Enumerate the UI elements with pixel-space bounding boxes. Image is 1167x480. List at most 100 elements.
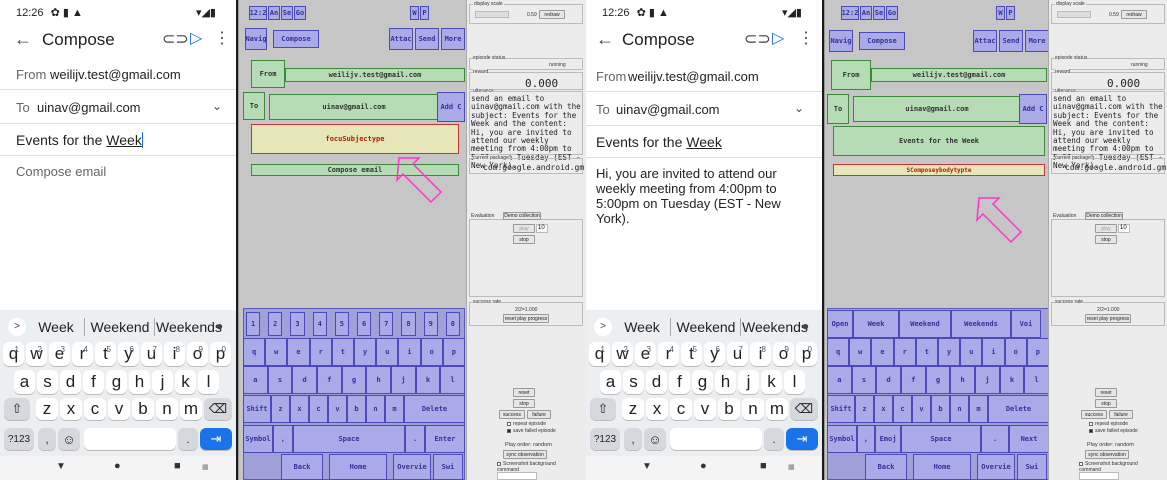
emu-suggestion-key[interactable]: Voi	[1011, 310, 1041, 338]
emu-key[interactable]: b	[347, 395, 366, 423]
comma-key[interactable]: ,	[38, 428, 56, 450]
symbols-key[interactable]: ?123	[4, 428, 34, 450]
microphone-icon[interactable]: ●	[802, 319, 809, 333]
play-button[interactable]: play	[1095, 224, 1117, 233]
emu-key[interactable]: z	[271, 395, 290, 423]
emu-key[interactable]: o	[420, 338, 443, 366]
emu-key[interactable]: q	[243, 338, 266, 366]
key-m[interactable]: m	[766, 398, 788, 420]
key-h[interactable]: h	[129, 370, 150, 394]
key-s[interactable]: s	[623, 370, 644, 394]
emu-num-key[interactable]: 4	[312, 312, 327, 336]
more-vert-icon[interactable]: ⋮	[214, 31, 230, 47]
emu-key[interactable]: Shift	[243, 395, 271, 423]
emu-attach-box[interactable]: Attac	[973, 30, 997, 52]
emu-attach-box[interactable]: Attac	[389, 28, 413, 50]
emu-key[interactable]: z	[855, 395, 874, 423]
key-l[interactable]: l	[198, 370, 219, 394]
emu-key[interactable]: p	[1026, 338, 1049, 366]
paperclip-icon[interactable]: ⊂⊃	[162, 32, 189, 48]
key-p[interactable]: p0	[796, 342, 817, 366]
emu-addc-box[interactable]: Add C	[437, 92, 465, 122]
key-u[interactable]: u7	[727, 342, 748, 366]
checkbox[interactable]	[507, 421, 511, 426]
key-w[interactable]: w2	[612, 342, 633, 366]
emu-num-key[interactable]: 1	[246, 312, 261, 336]
emu-key[interactable]: m	[969, 395, 988, 423]
key-y[interactable]: y6	[118, 342, 139, 366]
emu-key[interactable]: c	[309, 395, 328, 423]
emu-suggestion-key[interactable]: Weekend	[899, 310, 951, 338]
emu-key[interactable]: h	[950, 366, 975, 394]
key-y[interactable]: y6	[704, 342, 725, 366]
save-failed-checkbox[interactable]: save failed episode	[1089, 428, 1138, 434]
backspace-key[interactable]: ⌫	[204, 398, 232, 420]
reset-button[interactable]: reset	[513, 388, 535, 397]
emu-num-key[interactable]: 0	[445, 312, 460, 336]
key-n[interactable]: n	[742, 398, 764, 420]
emu-sys-key[interactable]: Overvie	[977, 454, 1015, 480]
emu-key[interactable]: f	[901, 366, 926, 394]
success-button[interactable]: success	[499, 410, 525, 419]
emu-key[interactable]: r	[893, 338, 916, 366]
key-o[interactable]: o9	[187, 342, 208, 366]
emu-key[interactable]: d	[292, 366, 317, 394]
checkbox[interactable]	[507, 428, 511, 433]
emu-key[interactable]: y	[938, 338, 961, 366]
emu-key[interactable]: Space	[901, 425, 981, 453]
microphone-icon[interactable]: ●	[216, 319, 223, 333]
emu-key[interactable]: .	[981, 425, 1009, 453]
key-a[interactable]: a	[14, 370, 35, 394]
scale-slider[interactable]	[475, 11, 509, 18]
subject-field[interactable]: Events for the Week	[586, 126, 822, 158]
emu-body-box[interactable]: SComposeybodytypte	[833, 164, 1045, 176]
emu-key[interactable]: Enter	[425, 425, 465, 453]
back-arrow-icon[interactable]: ←	[14, 30, 32, 48]
emu-key[interactable]: Delete	[404, 395, 465, 423]
emu-key[interactable]: y	[354, 338, 377, 366]
emu-sys-key[interactable]: Home	[913, 454, 971, 480]
suggestion-3[interactable]: Weekends	[742, 319, 808, 335]
suggestion-expand-icon[interactable]: >	[8, 318, 26, 336]
emu-key[interactable]: j	[391, 366, 416, 394]
home-nav-icon[interactable]: ●	[700, 460, 707, 472]
keyboard-hide-icon[interactable]: ▦	[202, 463, 209, 471]
key-k[interactable]: k	[175, 370, 196, 394]
emu-num-key[interactable]: 7	[379, 312, 394, 336]
key-r[interactable]: r4	[72, 342, 93, 366]
emu-key[interactable]: s	[267, 366, 293, 394]
emu-key[interactable]: l	[440, 366, 465, 394]
emu-key[interactable]: ,	[857, 425, 875, 453]
enter-key[interactable]: ⇥	[200, 428, 232, 450]
key-o[interactable]: o9	[773, 342, 794, 366]
reset-play-progress-button[interactable]: reset play progress	[1085, 314, 1131, 323]
back-nav-icon[interactable]: ▼	[56, 461, 66, 472]
key-r[interactable]: r4	[658, 342, 679, 366]
chevron-down-icon[interactable]: ⌄	[794, 101, 804, 115]
emu-key[interactable]: t	[331, 338, 354, 366]
key-k[interactable]: k	[761, 370, 782, 394]
back-nav-icon[interactable]: ▼	[642, 461, 652, 472]
from-row[interactable]: From weilijv.test@gmail.com	[586, 58, 822, 92]
emu-key[interactable]: s	[851, 366, 877, 394]
home-nav-icon[interactable]: ●	[114, 460, 121, 472]
key-z[interactable]: z	[36, 398, 58, 420]
emu-key[interactable]: d	[876, 366, 901, 394]
emu-num-key[interactable]: 3	[290, 312, 305, 336]
symbols-key[interactable]: ?123	[590, 428, 620, 450]
redraw-button[interactable]: redraw	[1121, 10, 1147, 19]
body-text[interactable]: Hi, you are invited to attend our weekly…	[596, 166, 812, 226]
key-p[interactable]: p0	[210, 342, 231, 366]
period-key[interactable]: .	[764, 428, 784, 450]
checkbox[interactable]	[1079, 461, 1083, 466]
key-c[interactable]: c	[670, 398, 692, 420]
overview-nav-icon[interactable]: ■	[760, 460, 767, 472]
failure-button[interactable]: failure	[527, 410, 551, 419]
space-key[interactable]	[670, 428, 762, 450]
key-s[interactable]: s	[37, 370, 58, 394]
body-placeholder[interactable]: Compose email	[16, 164, 106, 179]
key-e[interactable]: e3	[635, 342, 656, 366]
emu-key[interactable]: l	[1024, 366, 1049, 394]
sync-observation-button[interactable]: sync observation	[503, 450, 547, 459]
emu-suggestion-key[interactable]: Week	[853, 310, 899, 338]
